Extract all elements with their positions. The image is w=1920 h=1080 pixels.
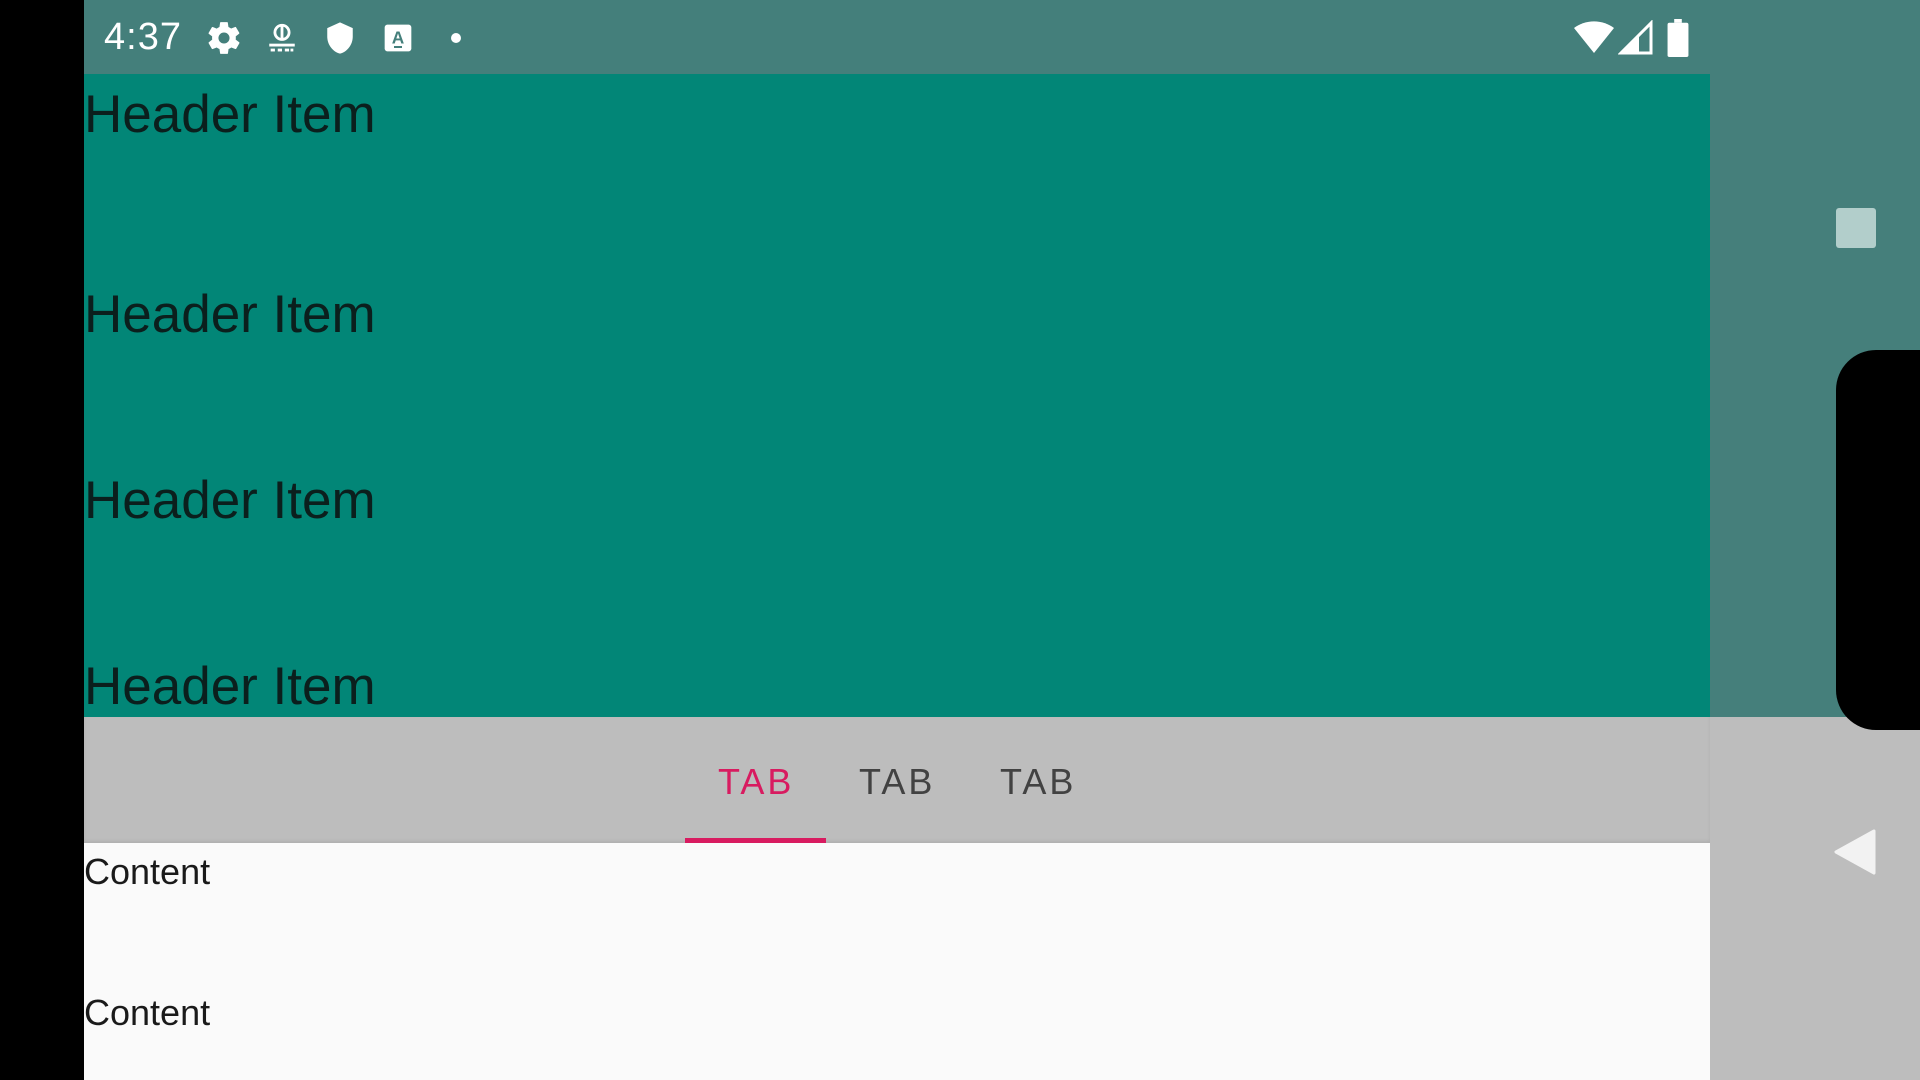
tab-1-selected[interactable]: TAB <box>718 761 794 803</box>
keyboard-a-icon: A <box>378 18 418 58</box>
navigation-bar <box>1710 0 1920 1080</box>
phone-screen: 4:37 A Header Item Header Item Header It… <box>84 0 1920 1080</box>
wifi-icon <box>1574 18 1614 58</box>
cellular-signal-icon <box>1616 18 1656 58</box>
list-item: Content <box>84 851 211 892</box>
header-item: Header Item <box>84 85 376 144</box>
header-item: Header Item <box>84 471 376 530</box>
collapsing-header: Header Item Header Item Header Item Head… <box>84 74 1710 717</box>
tab-3[interactable]: TAB <box>1000 761 1076 803</box>
header-item: Header Item <box>84 285 376 344</box>
tab-2[interactable]: TAB <box>859 761 935 803</box>
device-edge-cutout <box>1836 350 1920 730</box>
header-item: Header Item <box>84 657 376 716</box>
dot-icon <box>436 18 476 58</box>
list-item: Content <box>84 992 211 1033</box>
content-list[interactable]: Content Content <box>84 843 1710 1080</box>
tab-bar: TAB TAB TAB <box>84 717 1710 843</box>
back-triangle-icon[interactable] <box>1834 829 1876 880</box>
app-notification-icon <box>262 18 302 58</box>
shield-icon <box>320 18 360 58</box>
svg-text:A: A <box>392 27 405 47</box>
gear-icon <box>204 18 244 58</box>
recents-square-icon[interactable] <box>1836 208 1876 253</box>
status-time: 4:37 <box>104 16 182 58</box>
battery-icon <box>1658 18 1698 58</box>
status-bar: 4:37 A <box>84 0 1710 74</box>
